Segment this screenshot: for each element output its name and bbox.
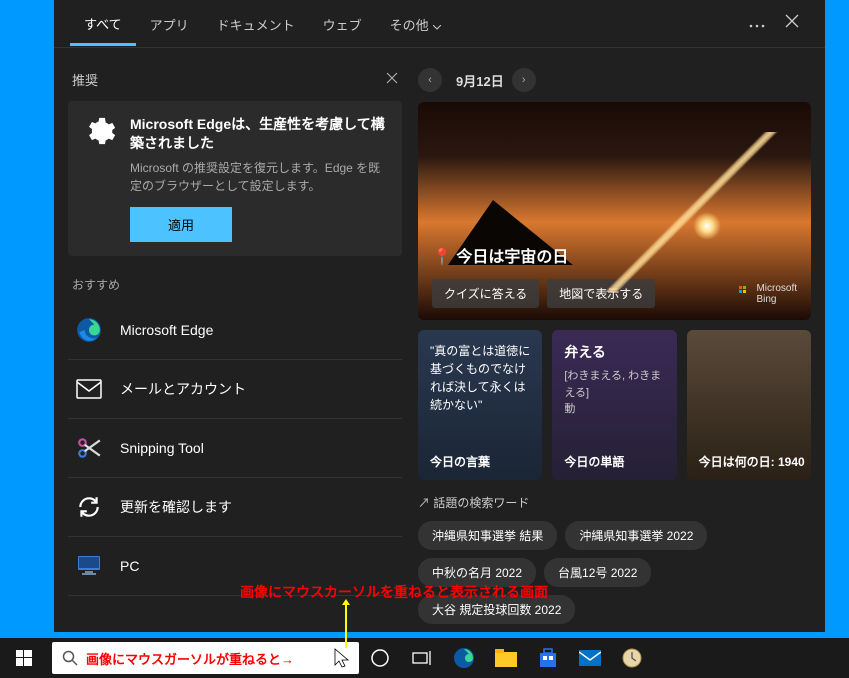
trending-title: 話題の検索ワード <box>418 494 811 511</box>
recommendation-heading: Microsoft Edgeは、生産性を考慮して構築されました <box>130 115 388 153</box>
date-navigation: ‹ 9月12日 › <box>418 68 811 92</box>
trending-chip[interactable]: 沖縄県知事選挙 2022 <box>565 521 707 550</box>
card-footer-label: 今日の言葉 <box>430 453 490 470</box>
list-item-mail[interactable]: メールとアカウント <box>68 360 402 419</box>
list-item-label: Snipping Tool <box>120 440 204 456</box>
list-item-label: PC <box>120 558 139 574</box>
hero-quiz-button[interactable]: クイズに答える <box>432 279 539 308</box>
word-pos: 動 <box>564 401 664 418</box>
tab-all[interactable]: すべて <box>70 2 136 46</box>
taskbar-edge-icon[interactable] <box>443 638 485 678</box>
bing-logo: Microsoft Bing <box>739 283 797 305</box>
gear-icon <box>82 115 116 242</box>
search-panel: すべて アプリ ドキュメント ウェブ その他 推奨 Microsoft Edge… <box>54 0 825 632</box>
date-prev-button[interactable]: ‹ <box>418 68 442 92</box>
tab-documents[interactable]: ドキュメント <box>203 3 309 44</box>
apply-button[interactable]: 適用 <box>130 207 232 242</box>
tab-apps[interactable]: アプリ <box>136 3 203 44</box>
list-item-update[interactable]: 更新を確認します <box>68 478 402 537</box>
hero-card[interactable]: 📍 今日は宇宙の日 クイズに答える 地図で表示する Microsoft Bing <box>418 102 811 320</box>
recommendation-close-button[interactable] <box>386 71 398 89</box>
date-label: 9月12日 <box>456 71 504 90</box>
list-item-label: Microsoft Edge <box>120 322 213 338</box>
tab-more[interactable]: その他 <box>376 3 455 44</box>
taskbar-mail-icon[interactable] <box>569 638 611 678</box>
word-reading: [わきまえる, わきまえる] <box>564 368 664 401</box>
hero-map-button[interactable]: 地図で表示する <box>547 279 655 308</box>
pc-icon <box>76 553 102 579</box>
refresh-icon <box>76 494 102 520</box>
taskbar-store-icon[interactable] <box>527 638 569 678</box>
card-footer-label: 今日の単語 <box>564 453 624 470</box>
recommendation-section-title: 推奨 <box>72 70 98 89</box>
quote-text: "真の富とは道徳に基づくものでなければ決して永くは続かない" <box>430 342 530 414</box>
list-item-snipping[interactable]: Snipping Tool <box>68 419 402 478</box>
taskbar-explorer-icon[interactable] <box>485 638 527 678</box>
scissors-icon <box>76 435 102 461</box>
tabs-bar: すべて アプリ ドキュメント ウェブ その他 <box>54 0 825 48</box>
list-item-edge[interactable]: Microsoft Edge <box>68 301 402 360</box>
date-next-button[interactable]: › <box>512 68 536 92</box>
osusume-section-title: おすすめ <box>72 276 398 293</box>
start-button[interactable] <box>0 638 48 678</box>
search-icon <box>62 650 78 666</box>
more-options-button[interactable] <box>739 5 775 43</box>
card-footer-label: 今日は何の日: 1940 <box>699 453 805 470</box>
recommendation-card: Microsoft Edgeは、生産性を考慮して構築されました Microsof… <box>68 101 402 256</box>
taskbar-clock-icon[interactable] <box>611 638 653 678</box>
taskbar-search-box[interactable]: 画像にマウスガーソルが重ねると→ <box>52 642 359 674</box>
trending-chip[interactable]: 沖縄県知事選挙 結果 <box>418 521 557 550</box>
trending-section: 話題の検索ワード 沖縄県知事選挙 結果 沖縄県知事選挙 2022 中秋の名月 2… <box>418 494 811 624</box>
history-card[interactable]: 今日は何の日: 1940 <box>687 330 811 480</box>
list-item-label: 更新を確認します <box>120 497 232 517</box>
recommendation-description: Microsoft の推奨設定を復元します。Edge を既定のブラウザーとして設… <box>130 159 388 195</box>
hero-title: 📍 今日は宇宙の日 <box>432 243 797 267</box>
quote-card[interactable]: "真の富とは道徳に基づくものでなければ決して永くは続かない" 今日の言葉 <box>418 330 542 480</box>
close-button[interactable] <box>775 4 809 43</box>
mail-icon <box>76 376 102 402</box>
trending-chip[interactable]: 台風12号 2022 <box>544 558 651 587</box>
word-text: 弁える <box>564 342 664 362</box>
list-item-label: メールとアカウント <box>120 379 246 399</box>
searchbox-annotation: 画像にマウスガーソルが重ねると→ <box>86 649 294 668</box>
annotation-arrow <box>345 604 347 648</box>
cortana-button[interactable] <box>359 638 401 678</box>
chevron-down-icon <box>433 25 441 30</box>
taskbar: 画像にマウスガーソルが重ねると→ <box>0 638 849 678</box>
taskview-button[interactable] <box>401 638 443 678</box>
edge-icon <box>76 317 102 343</box>
tab-web[interactable]: ウェブ <box>309 3 376 44</box>
windows-icon <box>16 650 32 666</box>
word-card[interactable]: 弁える [わきまえる, わきまえる] 動 今日の単語 <box>552 330 676 480</box>
cursor-icon <box>333 647 351 669</box>
annotation-text: 画像にマウスカーソルを重ねると表示される画面 <box>240 582 548 602</box>
